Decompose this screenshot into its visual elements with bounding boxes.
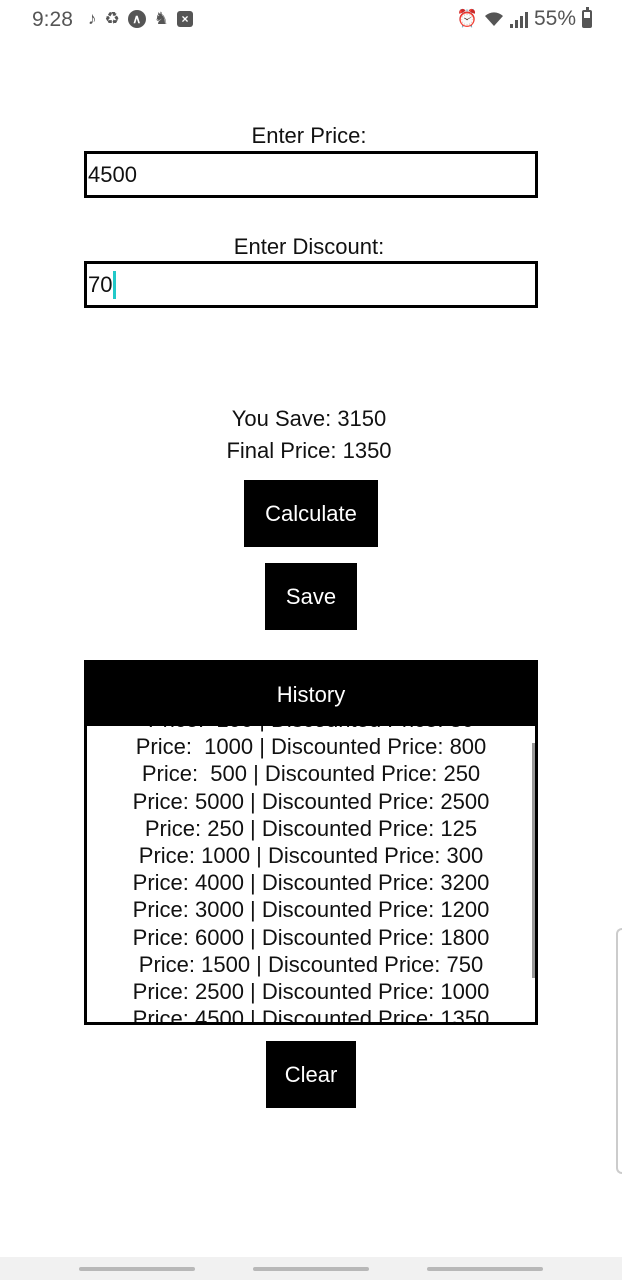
history-row: Price: 250 | Discounted Price: 125 [144,815,478,841]
edge-panel-handle[interactable] [616,928,622,1174]
close-box-icon: × [177,11,193,27]
navigation-bar [0,1257,622,1280]
status-time: 9:28 [32,8,73,31]
music-note-icon: ♪ [88,9,97,28]
battery-percentage: 55% [533,7,576,30]
history-row: Price: 6000 | Discounted Price: 1800 [132,924,490,950]
recycle-icon: ♻ [104,9,120,28]
history-row: Price: 5000 | Discounted Price: 2500 [132,788,490,814]
alarm-icon: ⏰ [456,9,478,28]
history-row: Price: 4500 | Discounted Price: 1350 [132,1006,490,1025]
discount-input[interactable]: 70 [84,261,538,308]
nav-recents-button[interactable] [79,1267,195,1271]
a-badge-icon: ∧ [127,10,146,28]
discount-input-value: 70 [88,271,113,297]
nav-home-button[interactable] [253,1267,369,1271]
history-row: Price: 3000 | Discounted Price: 1200 [132,897,490,923]
price-label: Enter Price: [251,123,367,148]
person-icon: ♞ [153,9,169,28]
history-row: Price: 1000 | Discounted Price: 300 [138,842,484,868]
save-button[interactable]: Save [265,563,357,630]
final-price-text: Final Price: 1350 [226,438,392,463]
history-header: History [87,663,535,726]
history-row: Price: 1000 | Discounted Price: 800 [135,734,487,760]
text-cursor [113,270,117,299]
calculate-button[interactable]: Calculate [244,480,378,547]
notification-icons: ♪ ♻ ∧ ♞ × [88,8,193,30]
clear-button[interactable]: Clear [266,1041,356,1108]
history-scrollbar[interactable] [532,743,535,978]
history-list[interactable]: Price: 100 | Discounted Price: 80Price: … [87,706,535,1025]
nav-back-button[interactable] [427,1267,543,1271]
history-row: Price: 4000 | Discounted Price: 3200 [132,870,490,896]
history-row: Price: 2500 | Discounted Price: 1000 [132,978,490,1004]
battery-icon [582,7,592,28]
discount-label: Enter Discount: [233,234,385,259]
status-bar: 9:28 ♪ ♻ ∧ ♞ × ⏰ 55% [0,0,622,40]
price-input[interactable]: 4500 [84,151,538,198]
history-panel[interactable]: History Price: 100 | Discounted Price: 8… [84,660,538,1025]
signal-icon [509,10,528,28]
system-icons: ⏰ 55% [456,7,592,30]
wifi-icon [484,12,503,26]
history-row: Price: 1500 | Discounted Price: 750 [138,951,484,977]
price-input-value: 4500 [88,161,137,187]
you-save-text: You Save: 3150 [231,406,387,431]
history-row: Price: 500 | Discounted Price: 250 [141,761,481,787]
